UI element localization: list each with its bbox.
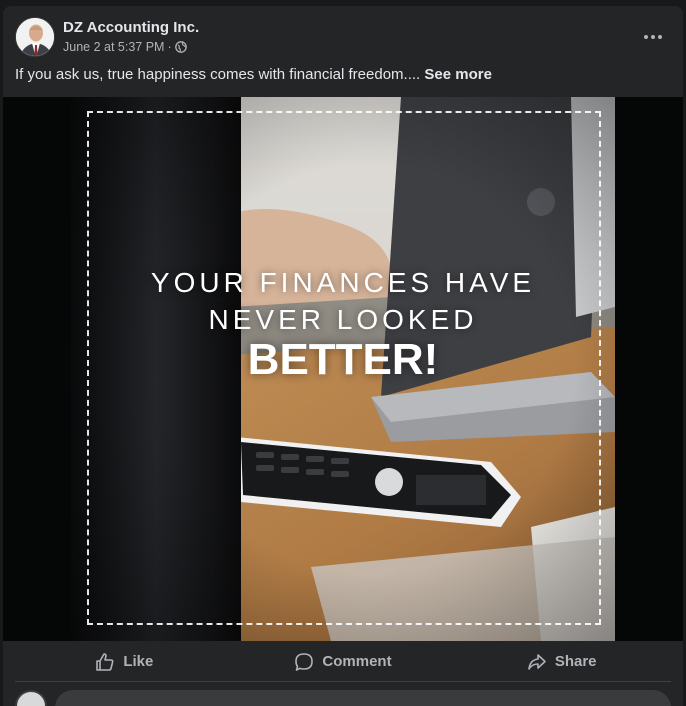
comment-composer	[15, 690, 671, 706]
post-media[interactable]: YOUR FINANCES HAVE NEVER LOOKED BETTER!	[3, 97, 683, 641]
post-header: DZ Accounting Inc. June 2 at 5:37 PM ·	[15, 17, 671, 59]
thumbs-up-icon	[96, 652, 114, 671]
share-button[interactable]: Share	[452, 642, 671, 681]
see-more-link[interactable]: See more	[424, 66, 492, 83]
page-name[interactable]: DZ Accounting Inc.	[63, 19, 199, 36]
post-caption: If you ask us, true happiness comes with…	[15, 66, 492, 83]
post-meta: June 2 at 5:37 PM ·	[63, 40, 187, 54]
post-timestamp[interactable]: June 2 at 5:37 PM	[63, 40, 164, 54]
like-button[interactable]: Like	[15, 642, 234, 681]
comment-bubble-icon	[295, 652, 314, 671]
post-actions: Like Comment Share	[15, 642, 671, 682]
image-headline-line1: YOUR FINANCES HAVE	[150, 267, 536, 298]
caption-text: If you ask us, true happiness comes with…	[15, 66, 421, 83]
like-label: Like	[123, 653, 154, 670]
meta-separator: ·	[167, 40, 172, 54]
share-arrow-icon	[528, 653, 546, 670]
comment-label: Comment	[322, 653, 392, 670]
image-headline-line2: NEVER LOOKED	[208, 304, 478, 335]
user-avatar[interactable]	[15, 690, 47, 706]
more-dots-icon	[644, 35, 662, 39]
more-options-button[interactable]	[635, 19, 671, 55]
post-photo[interactable]: YOUR FINANCES HAVE NEVER LOOKED BETTER!	[71, 97, 615, 641]
comment-button[interactable]: Comment	[234, 642, 453, 681]
page-avatar[interactable]	[15, 17, 55, 57]
image-headline-line3: BETTER!	[247, 335, 439, 384]
comment-input[interactable]	[55, 690, 671, 706]
globe-icon	[174, 41, 187, 53]
post-card: DZ Accounting Inc. June 2 at 5:37 PM · I…	[3, 6, 683, 706]
share-label: Share	[554, 653, 597, 670]
